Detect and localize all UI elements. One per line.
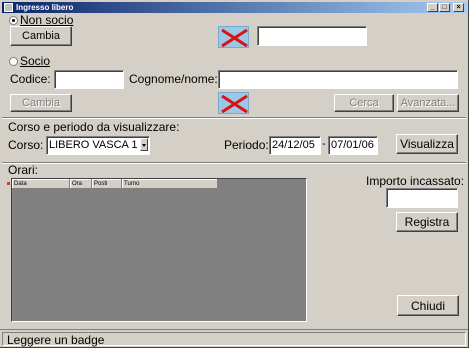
course-select-value: LIBERO VASCA 1 (49, 139, 138, 151)
close-window-button[interactable]: × (453, 3, 464, 12)
code-label: Codice: (10, 72, 51, 86)
app-icon (4, 3, 13, 12)
non-socio-label[interactable]: Non socio (20, 13, 73, 27)
current-row-marker (7, 182, 10, 185)
date-from-input[interactable]: 24/12/05 (269, 136, 321, 155)
non-socio-text-field[interactable] (257, 26, 367, 46)
broken-image-icon (218, 92, 249, 114)
grid-header: Data Ora Posti Turno (12, 179, 218, 189)
amount-input[interactable] (386, 188, 458, 208)
date-separator: - (322, 138, 326, 150)
status-bar: Leggere un badge (0, 329, 468, 347)
non-socio-change-button[interactable]: Cambia (10, 26, 72, 46)
maximize-button[interactable]: □ (439, 3, 450, 12)
search-button[interactable]: Cerca (334, 94, 394, 112)
column-header[interactable]: Turno (122, 179, 218, 189)
course-label: Corso: (8, 138, 44, 152)
socio-label[interactable]: Socio (20, 54, 50, 68)
orari-title: Orari: (8, 163, 38, 177)
period-label: Periodo: (224, 138, 269, 152)
date-to-input[interactable]: 07/01/06 (328, 136, 378, 155)
corso-periodo-title: Corso e periodo da visualizzare: (8, 120, 180, 134)
register-button[interactable]: Registra (396, 212, 458, 232)
close-button[interactable]: Chiudi (397, 295, 459, 316)
socio-change-button[interactable]: Cambia (10, 94, 72, 112)
advanced-search-button[interactable]: Avanzata... (397, 94, 459, 112)
non-socio-radio[interactable] (9, 16, 18, 25)
broken-image-icon (218, 26, 249, 48)
socio-radio[interactable] (9, 57, 18, 66)
course-select[interactable]: LIBERO VASCA 1 (46, 136, 150, 155)
column-header[interactable]: Ora (70, 179, 92, 189)
chevron-down-icon[interactable] (140, 138, 148, 151)
separator-line (2, 117, 466, 119)
minimize-button[interactable]: _ (427, 3, 438, 12)
schedule-grid[interactable]: Data Ora Posti Turno (11, 178, 307, 322)
window-title: Ingresso libero (16, 3, 74, 12)
column-header[interactable]: Posti (92, 179, 122, 189)
separator-line (2, 162, 466, 164)
code-input[interactable] (54, 70, 124, 89)
title-bar[interactable]: Ingresso libero _ □ × (2, 2, 467, 13)
amount-label: Importo incassato: (366, 174, 465, 188)
show-button[interactable]: Visualizza (396, 134, 458, 154)
main-window: Ingresso libero _ □ × Non socio Cambia S… (0, 0, 469, 348)
name-label: Cognome/nome: (129, 72, 218, 86)
column-header[interactable]: Data (12, 179, 70, 189)
name-input[interactable] (218, 70, 458, 89)
status-text: Leggere un badge (2, 332, 466, 347)
